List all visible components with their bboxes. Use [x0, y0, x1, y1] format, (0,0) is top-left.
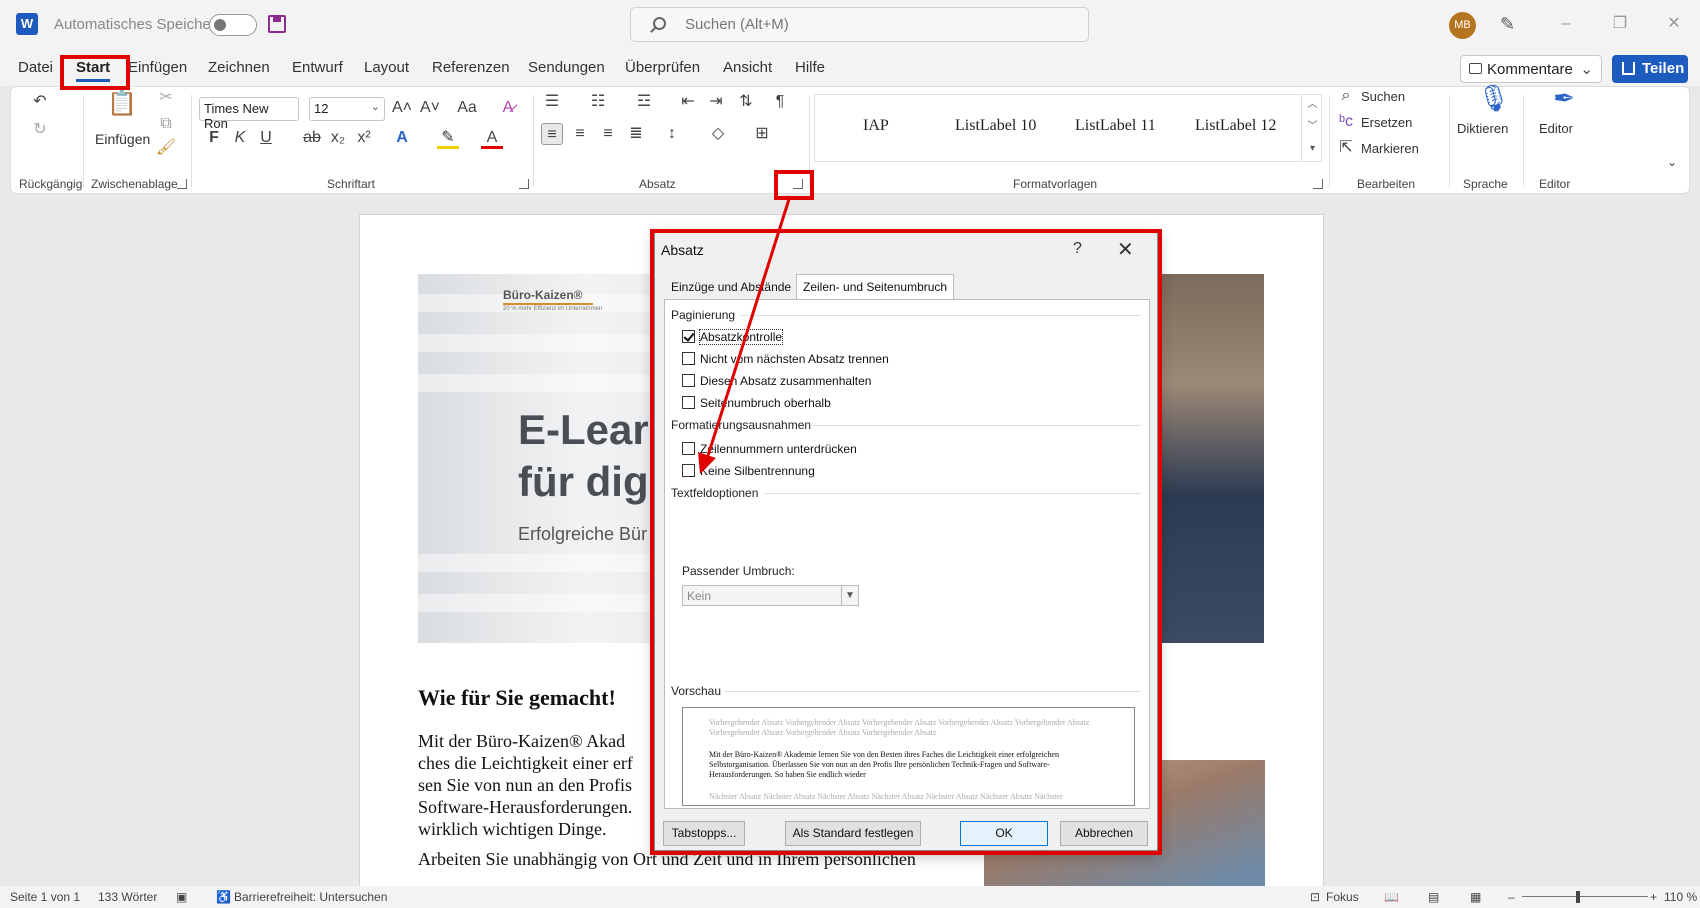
annotation-arrow — [698, 195, 792, 474]
